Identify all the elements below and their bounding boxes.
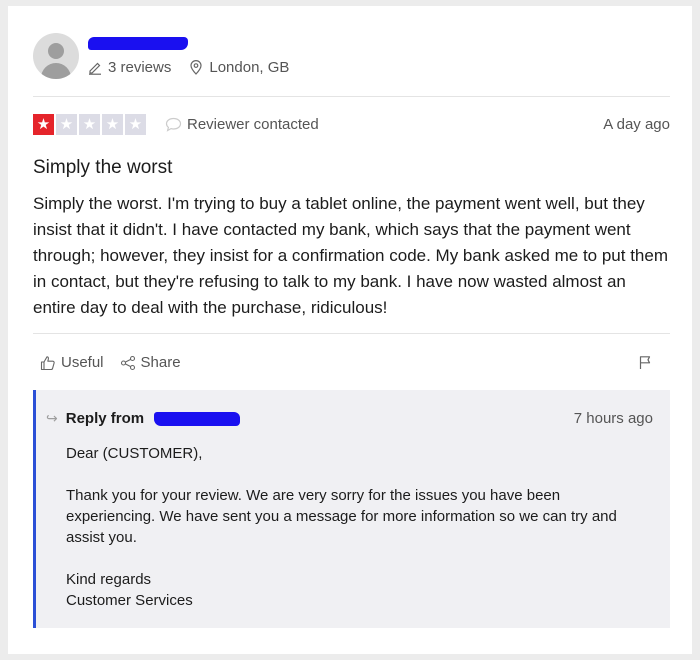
share-button[interactable]: Share: [120, 354, 181, 371]
reply-closing: Kind regards: [66, 571, 152, 588]
company-reply: ↪ Reply from 7 hours ago Dear (CUSTOMER)…: [33, 390, 670, 628]
divider: [33, 96, 670, 97]
review-title[interactable]: Simply the worst: [33, 157, 172, 179]
empty-star-icon: ★: [79, 114, 100, 135]
divider: [33, 333, 670, 334]
reviewer-location: London, GB: [189, 59, 289, 76]
reply-arrow-icon: ↪: [46, 410, 58, 426]
empty-star-icon: ★: [125, 114, 146, 135]
report-flag-button[interactable]: [638, 355, 652, 375]
reply-greeting: Dear (CUSTOMER),: [66, 445, 203, 462]
empty-star-icon: ★: [56, 114, 77, 135]
reply-heading-label: Reply from: [65, 410, 145, 427]
reply-body: Dear (CUSTOMER), Thank you for your revi…: [66, 443, 646, 611]
reply-message: Thank you for your review. We are very s…: [66, 487, 617, 546]
useful-label: Useful: [61, 354, 104, 371]
redacted-reviewer-name: [88, 37, 188, 50]
avatar-body: [41, 63, 71, 79]
location-label: London, GB: [209, 59, 290, 76]
share-label: Share: [140, 354, 181, 371]
status-label: Reviewer contacted: [187, 116, 319, 133]
reviewer-meta: 3 reviews London, GB: [88, 59, 307, 76]
flag-icon: [639, 356, 651, 369]
filled-star-icon: ★: [33, 114, 54, 135]
star-rating: ★ ★ ★ ★ ★: [33, 114, 148, 135]
review-card: 3 reviews London, GB ★ ★ ★ ★ ★ Reviewer cont…: [8, 6, 692, 654]
speech-bubble-icon: [165, 117, 182, 132]
reply-signature: Customer Services: [66, 592, 193, 609]
review-actions: Useful Share: [40, 354, 197, 371]
reviews-count-label: 3 reviews: [108, 59, 172, 76]
thumbs-up-icon: [40, 355, 55, 370]
avatar-head: [48, 43, 64, 59]
useful-button[interactable]: Useful: [40, 354, 104, 371]
empty-star-icon: ★: [102, 114, 123, 135]
avatar[interactable]: [33, 33, 79, 79]
review-date: A day ago: [603, 116, 670, 133]
review-text: Simply the worst. I'm trying to buy a ta…: [33, 194, 668, 317]
reviews-count[interactable]: 3 reviews: [88, 59, 171, 76]
review-status: Reviewer contacted: [165, 116, 319, 133]
reply-heading: ↪ Reply from: [46, 410, 241, 427]
pencil-icon: [89, 62, 101, 75]
redacted-company-name: [154, 411, 241, 426]
share-icon: [120, 355, 135, 370]
map-pin-icon: [190, 60, 202, 75]
reply-date: 7 hours ago: [573, 410, 653, 427]
